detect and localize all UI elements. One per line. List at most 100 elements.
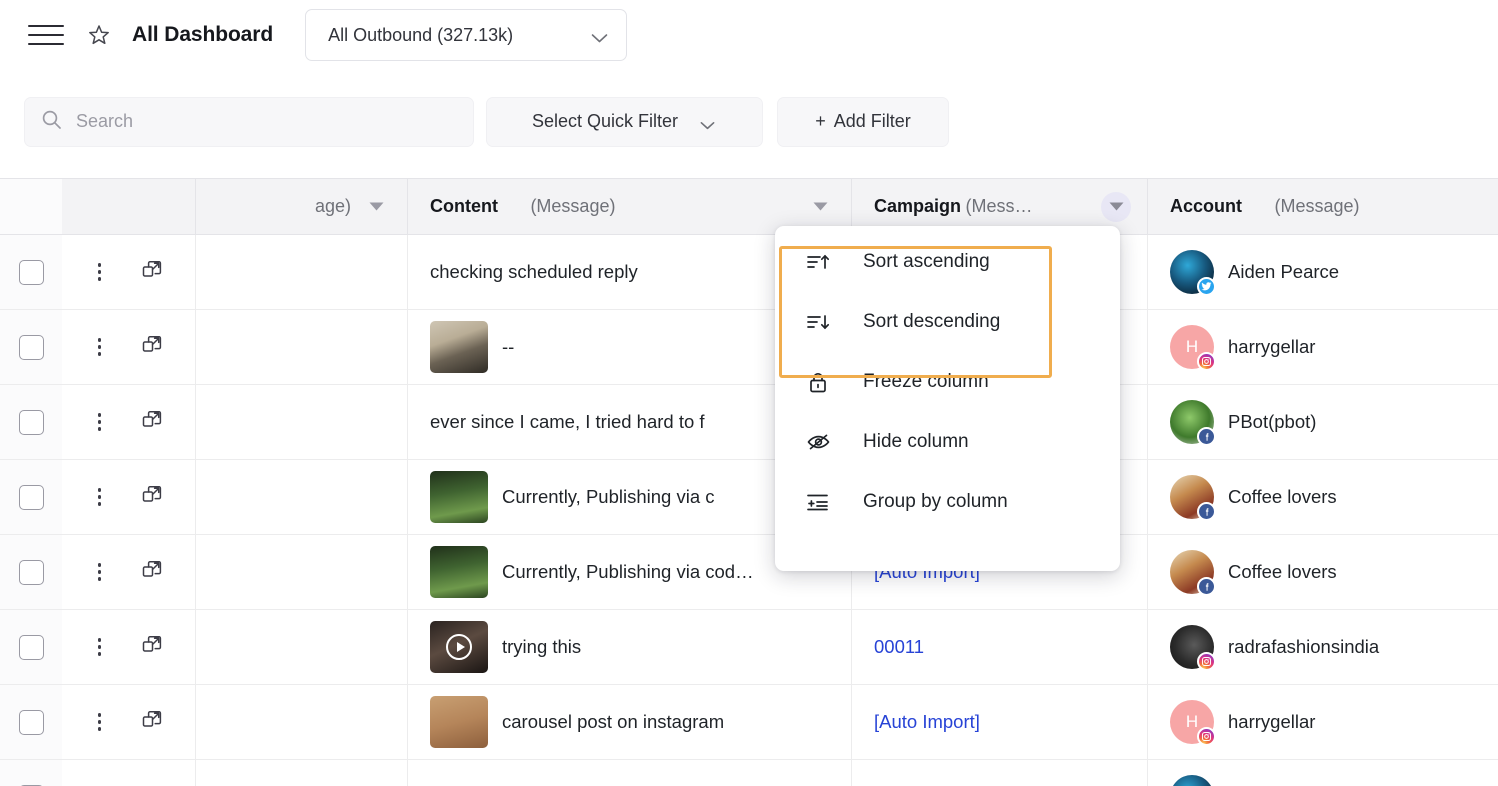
row-checkbox-cell [0,385,62,459]
row-cell-truncated-column [196,760,408,786]
header-column-account[interactable]: Account (Message) [1148,179,1498,234]
row-expand-icon[interactable] [141,559,163,586]
menu-item-hide-column[interactable]: Hide column [775,412,1120,472]
menu-item-label: Freeze column [863,371,989,392]
column-sort-icon[interactable] [805,192,835,222]
hamburger-icon[interactable] [28,22,64,48]
account-name: radrafashionsindia [1228,636,1380,657]
content-text: Currently, Publishing via cod… [502,561,754,582]
table-row[interactable]: checking scheduled reply Aiden Pearce [0,235,1498,310]
row-cell-account: Aiden Pearce [1148,235,1498,309]
content-thumbnail[interactable] [430,471,488,523]
star-icon[interactable] [86,22,112,48]
content-text: -- [502,336,515,357]
row-more-options-icon[interactable] [94,334,106,360]
table-row[interactable] [0,760,1498,786]
row-checkbox-cell [0,760,62,786]
campaign-link[interactable]: 00011 [874,636,924,658]
avatar [1170,775,1214,786]
search-icon [41,109,62,135]
row-more-options-icon[interactable] [94,409,106,435]
row-checkbox-cell [0,460,62,534]
menu-item-group-by-column[interactable]: Group by column [775,472,1120,532]
row-expand-icon[interactable] [141,409,163,436]
chevron-down-icon [591,30,608,43]
row-cell-truncated-column [196,385,408,459]
scope-selector[interactable]: All Outbound (327.13k) [305,9,628,61]
row-expand-icon[interactable] [141,334,163,361]
table-row[interactable]: -- Hharrygellar [0,310,1498,385]
account-name: Aiden Pearce [1228,261,1340,282]
avatar [1170,625,1216,671]
menu-item-label: Sort descending [863,311,1001,332]
menu-item-label: Hide column [863,431,969,452]
avatar [1170,550,1216,596]
menu-item-freeze-column[interactable]: Freeze column [775,352,1120,412]
row-checkbox[interactable] [18,334,44,360]
row-more-options-icon[interactable] [94,259,106,285]
content-text: Currently, Publishing via c [502,486,715,507]
facebook-badge-icon [1197,502,1216,521]
play-icon [446,634,472,660]
table-row[interactable]: carousel post on instagram [Auto Import] H… [0,685,1498,760]
header-select-all [0,179,62,234]
avatar: H [1170,325,1216,371]
content-text: carousel post on instagram [502,711,725,732]
row-cell-campaign: [Auto Import] [852,685,1148,759]
row-cell-truncated-column [196,460,408,534]
eye-off-icon [805,432,831,452]
row-cell-account: radrafashionsindia [1148,610,1498,684]
row-cell-content: trying this [408,610,852,684]
column-sort-icon-active[interactable] [1101,191,1131,222]
row-checkbox[interactable] [18,484,44,510]
content-thumbnail[interactable] [430,546,488,598]
row-cell-account: Hharrygellar [1148,310,1498,384]
row-expand-icon[interactable] [141,709,163,736]
search-placeholder: Search [76,111,134,131]
row-more-options-icon[interactable] [94,709,106,735]
row-more-options-icon[interactable] [94,559,106,585]
row-expand-icon[interactable] [141,634,163,661]
content-thumbnail[interactable] [430,696,488,748]
avatar [1170,250,1216,296]
table-row[interactable]: ever since I came, I tried hard to f PBot… [0,385,1498,460]
row-checkbox[interactable] [18,259,44,285]
search-input[interactable]: Search [24,96,474,147]
row-cell-truncated-column [196,685,408,759]
row-expand-icon[interactable] [141,484,163,511]
row-checkbox[interactable] [18,559,44,585]
account-name: PBot(pbot) [1228,411,1317,432]
content-thumbnail[interactable] [430,321,488,373]
facebook-badge-icon [1197,577,1216,596]
quick-filter-dropdown[interactable]: Select Quick Filter [486,96,763,147]
menu-item-label: Sort ascending [863,251,990,272]
lock-icon [805,371,831,394]
twitter-badge-icon [1197,277,1216,296]
column-sort-icon[interactable] [361,192,391,222]
row-expand-icon[interactable] [141,259,163,286]
row-cell-truncated-column [196,610,408,684]
menu-item-sort-descending[interactable]: Sort descending [775,292,1120,352]
row-checkbox[interactable] [18,709,44,735]
row-more-options-icon[interactable] [94,634,106,660]
campaign-link[interactable]: [Auto Import] [874,711,980,733]
header-column-truncated[interactable]: age) [196,179,408,234]
facebook-badge-icon [1197,427,1216,446]
data-table: age) Content (Message) Campaign (Mess… A… [0,178,1498,786]
row-more-options-icon[interactable] [94,484,106,510]
row-actions-cell [62,685,196,759]
table-row[interactable]: Currently, Publishing via c Coffee lovers [0,460,1498,535]
content-text: checking scheduled reply [430,261,638,282]
row-cell-truncated-column [196,535,408,609]
row-checkbox[interactable] [18,634,44,660]
content-thumbnail[interactable] [430,621,488,673]
row-cell-account [1148,760,1498,786]
add-filter-button[interactable]: + Add Filter [777,96,949,147]
table-row[interactable]: trying this 00011 radrafashionsindia [0,610,1498,685]
table-row[interactable]: Currently, Publishing via cod… [Auto Impo… [0,535,1498,610]
row-checkbox[interactable] [18,409,44,435]
row-actions-cell [62,385,196,459]
row-cell-account: Coffee lovers [1148,535,1498,609]
row-checkbox-cell [0,610,62,684]
menu-item-sort-ascending[interactable]: Sort ascending [775,232,1120,292]
